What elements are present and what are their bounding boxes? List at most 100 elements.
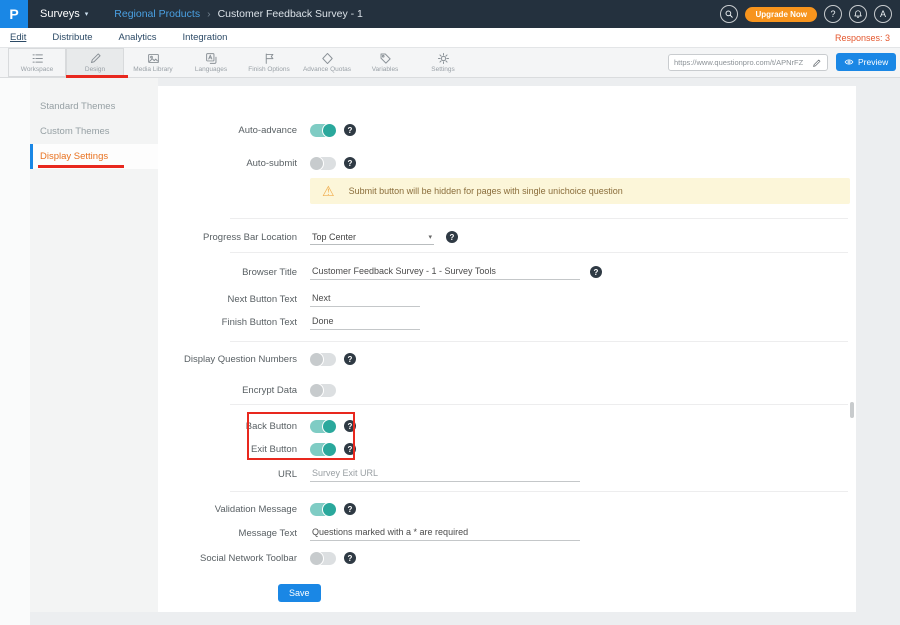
row-message-text: Message Text — [158, 523, 856, 543]
annotation-display-settings-underline — [38, 165, 124, 168]
breadcrumb-parent[interactable]: Regional Products — [114, 8, 200, 20]
auto-submit-toggle[interactable] — [310, 157, 336, 170]
toolbar-media-library[interactable]: Media Library — [124, 48, 182, 77]
questionpro-app: { "topbar": { "logo_letter": "P", "app_m… — [0, 0, 900, 625]
nav-integration[interactable]: Integration — [183, 32, 228, 43]
display-question-numbers-label: Display Question Numbers — [158, 354, 310, 365]
logo-letter: P — [9, 6, 18, 22]
auto-advance-toggle[interactable] — [310, 124, 336, 137]
preview-button[interactable]: Preview — [836, 53, 896, 71]
progress-bar-location-select[interactable]: Top Center ▾ — [310, 230, 434, 245]
design-icon — [89, 52, 102, 65]
social-network-toolbar-toggle[interactable] — [310, 552, 336, 565]
survey-nav: Edit Distribute Analytics Integration Re… — [0, 28, 900, 48]
breadcrumb: Regional Products › Customer Feedback Su… — [114, 8, 363, 20]
auto-advance-help-icon[interactable] — [344, 124, 356, 136]
toolbar-settings[interactable]: Settings — [414, 48, 472, 77]
toolbar-workspace[interactable]: Workspace — [8, 48, 66, 77]
languages-icon — [205, 52, 218, 65]
browser-title-input[interactable] — [310, 265, 580, 280]
notifications-button[interactable] — [849, 5, 867, 23]
settings-gear-icon — [437, 52, 450, 65]
display-question-numbers-toggle[interactable] — [310, 353, 336, 366]
sidebar-item-custom-themes[interactable]: Custom Themes — [30, 119, 158, 144]
survey-exit-url-input[interactable] — [310, 467, 580, 482]
media-library-icon — [147, 52, 160, 65]
account-button[interactable]: A — [874, 5, 892, 23]
toolbar-design-label: Design — [85, 66, 105, 73]
advance-quotas-icon — [321, 52, 334, 65]
search-icon — [724, 9, 734, 19]
finish-button-text-input[interactable] — [310, 315, 420, 330]
row-social-network-toolbar: Social Network Toolbar — [158, 548, 856, 568]
row-exit-url: URL — [158, 464, 856, 484]
warning-icon: ⚠ — [322, 184, 335, 198]
toggle-knob — [322, 502, 337, 517]
warning-text: Submit button will be hidden for pages w… — [349, 186, 623, 196]
progress-bar-location-label: Progress Bar Location — [158, 232, 310, 243]
display-question-numbers-help-icon[interactable] — [344, 353, 356, 365]
nav-edit[interactable]: Edit — [10, 32, 26, 43]
toggle-knob — [309, 352, 324, 367]
responses-count[interactable]: Responses: 3 — [835, 33, 890, 43]
sidebar-item-standard-themes[interactable]: Standard Themes — [30, 94, 158, 119]
social-network-toolbar-label: Social Network Toolbar — [158, 553, 310, 564]
design-toolbar: Workspace Design Media Library Languages… — [0, 48, 900, 78]
row-auto-submit: Auto-submit — [158, 153, 856, 173]
avatar: A — [880, 9, 886, 19]
progress-bar-location-value: Top Center — [312, 232, 356, 242]
toolbar-media-library-label: Media Library — [133, 66, 172, 73]
toolbar-advance-quotas[interactable]: Advance Quotas — [298, 48, 356, 77]
divider — [230, 404, 848, 405]
next-button-text-label: Next Button Text — [158, 294, 310, 305]
nav-analytics[interactable]: Analytics — [119, 32, 157, 43]
toolbar-finish-options-label: Finish Options — [248, 66, 290, 73]
toggle-knob — [309, 551, 324, 566]
display-settings-panel: Auto-advance Auto-submit ⚠ Submit button… — [158, 86, 856, 612]
progress-bar-location-help-icon[interactable] — [446, 231, 458, 243]
toolbar-design[interactable]: Design — [66, 48, 124, 77]
toolbar-variables[interactable]: Variables — [356, 48, 414, 77]
chevron-down-icon: ▾ — [428, 233, 432, 241]
nav-distribute[interactable]: Distribute — [52, 32, 92, 43]
social-network-toolbar-help-icon[interactable] — [344, 552, 356, 564]
question-mark-icon: ? — [830, 9, 835, 19]
survey-url-box[interactable]: https://www.questionpro.com/t/APNrFZ — [668, 54, 828, 71]
upgrade-now-button[interactable]: Upgrade Now — [745, 7, 817, 22]
message-text-input[interactable] — [310, 526, 580, 541]
toolbar-finish-options[interactable]: Finish Options — [240, 48, 298, 77]
survey-url: https://www.questionpro.com/t/APNrFZ — [674, 58, 808, 67]
preview-button-label: Preview — [858, 57, 888, 67]
next-button-text-input[interactable] — [310, 292, 420, 307]
save-button[interactable]: Save — [278, 584, 321, 602]
edit-pencil-icon[interactable] — [812, 58, 822, 68]
toggle-knob — [309, 156, 324, 171]
toolbar-workspace-label: Workspace — [21, 66, 53, 73]
browser-title-help-icon[interactable] — [590, 266, 602, 278]
finish-button-text-label: Finish Button Text — [158, 317, 310, 328]
encrypt-data-toggle[interactable] — [310, 384, 336, 397]
warning-banner: ⚠ Submit button will be hidden for pages… — [310, 178, 850, 204]
validation-message-toggle[interactable] — [310, 503, 336, 516]
validation-message-help-icon[interactable] — [344, 503, 356, 515]
row-progress-bar-location: Progress Bar Location Top Center ▾ — [158, 227, 856, 247]
left-rail — [0, 78, 30, 625]
help-button[interactable]: ? — [824, 5, 842, 23]
eye-icon — [844, 57, 854, 67]
toolbar-advance-quotas-label: Advance Quotas — [303, 66, 351, 73]
divider — [230, 341, 848, 342]
questionpro-logo[interactable]: P — [0, 0, 28, 28]
search-button[interactable] — [720, 5, 738, 23]
topbar: P Surveys ▾ Regional Products › Customer… — [0, 0, 900, 28]
toolbar-languages[interactable]: Languages — [182, 48, 240, 77]
row-auto-advance: Auto-advance — [158, 120, 856, 140]
scrollbar-thumb[interactable] — [850, 402, 854, 418]
toggle-knob — [322, 123, 337, 138]
topbar-actions: Upgrade Now ? A — [720, 5, 900, 23]
toggle-knob — [309, 383, 324, 398]
surveys-menu[interactable]: Surveys ▾ — [40, 8, 88, 20]
toolbar-settings-label: Settings — [431, 66, 455, 73]
exit-url-label: URL — [158, 469, 310, 480]
auto-submit-help-icon[interactable] — [344, 157, 356, 169]
divider — [230, 252, 848, 253]
